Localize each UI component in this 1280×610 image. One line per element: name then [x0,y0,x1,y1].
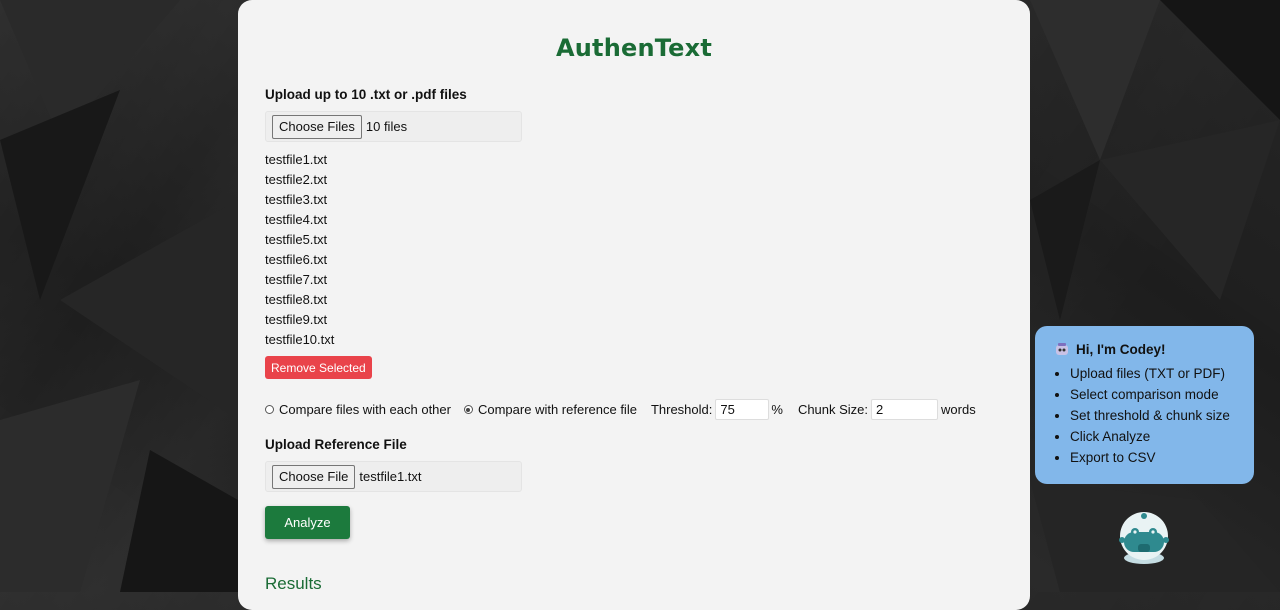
assistant-panel: Hi, I'm Codey! Upload files (TXT or PDF)… [1035,326,1254,484]
list-item[interactable]: testfile10.txt [265,330,334,350]
main-card: AuthenText Upload up to 10 .txt or .pdf … [238,0,1030,610]
list-item[interactable]: testfile4.txt [265,210,334,230]
robot-icon [1056,343,1068,355]
list-item: Upload files (TXT or PDF) [1070,363,1240,384]
assistant-tips: Upload files (TXT or PDF) Select compari… [1055,363,1240,468]
threshold-label: Threshold: [650,402,713,417]
chunk-size-unit: words [941,402,976,417]
choose-files-button[interactable]: Choose Files [272,114,362,139]
reference-status: testfile1.txt [359,469,422,484]
file-list: testfile1.txt testfile2.txt testfile3.tx… [265,150,334,350]
radio-compare-reference[interactable] [463,405,473,414]
list-item[interactable]: testfile7.txt [265,270,334,290]
list-item: Export to CSV [1070,447,1240,468]
robot-icon[interactable] [1118,510,1170,564]
list-item[interactable]: testfile2.txt [265,170,334,190]
reference-label: Upload Reference File [265,437,407,452]
upload-label: Upload up to 10 .txt or .pdf files [265,87,467,102]
chunk-size-input[interactable] [871,399,939,420]
assistant-greeting: Hi, I'm Codey! [1055,342,1240,357]
radio-label-reference[interactable]: Compare with reference file [478,402,637,417]
upload-status: 10 files [365,119,408,134]
reference-file-input[interactable]: Choose File testfile1.txt [265,461,522,492]
list-item[interactable]: testfile1.txt [265,150,334,170]
page-title: AuthenText [556,34,712,62]
remove-selected-button[interactable]: Remove Selected [265,356,372,379]
chunk-size-label: Chunk Size: [797,402,869,417]
list-item[interactable]: testfile5.txt [265,230,334,250]
comparison-options: Compare files with each other Compare wi… [265,399,976,420]
list-item[interactable]: testfile6.txt [265,250,334,270]
choose-file-button[interactable]: Choose File [272,464,356,489]
list-item: Set threshold & chunk size [1070,405,1240,426]
results-heading: Results [265,574,322,593]
radio-compare-each-other[interactable] [265,405,274,414]
list-item[interactable]: testfile8.txt [265,290,334,310]
analyze-button[interactable]: Analyze [265,506,350,539]
radio-label-each-other[interactable]: Compare files with each other [279,402,451,417]
upload-file-input[interactable]: Choose Files 10 files [265,111,522,142]
threshold-unit: % [771,402,783,417]
threshold-input[interactable] [715,399,770,420]
assistant-greeting-text: Hi, I'm Codey! [1076,342,1166,357]
list-item[interactable]: testfile9.txt [265,310,334,330]
list-item: Click Analyze [1070,426,1240,447]
list-item[interactable]: testfile3.txt [265,190,334,210]
list-item: Select comparison mode [1070,384,1240,405]
